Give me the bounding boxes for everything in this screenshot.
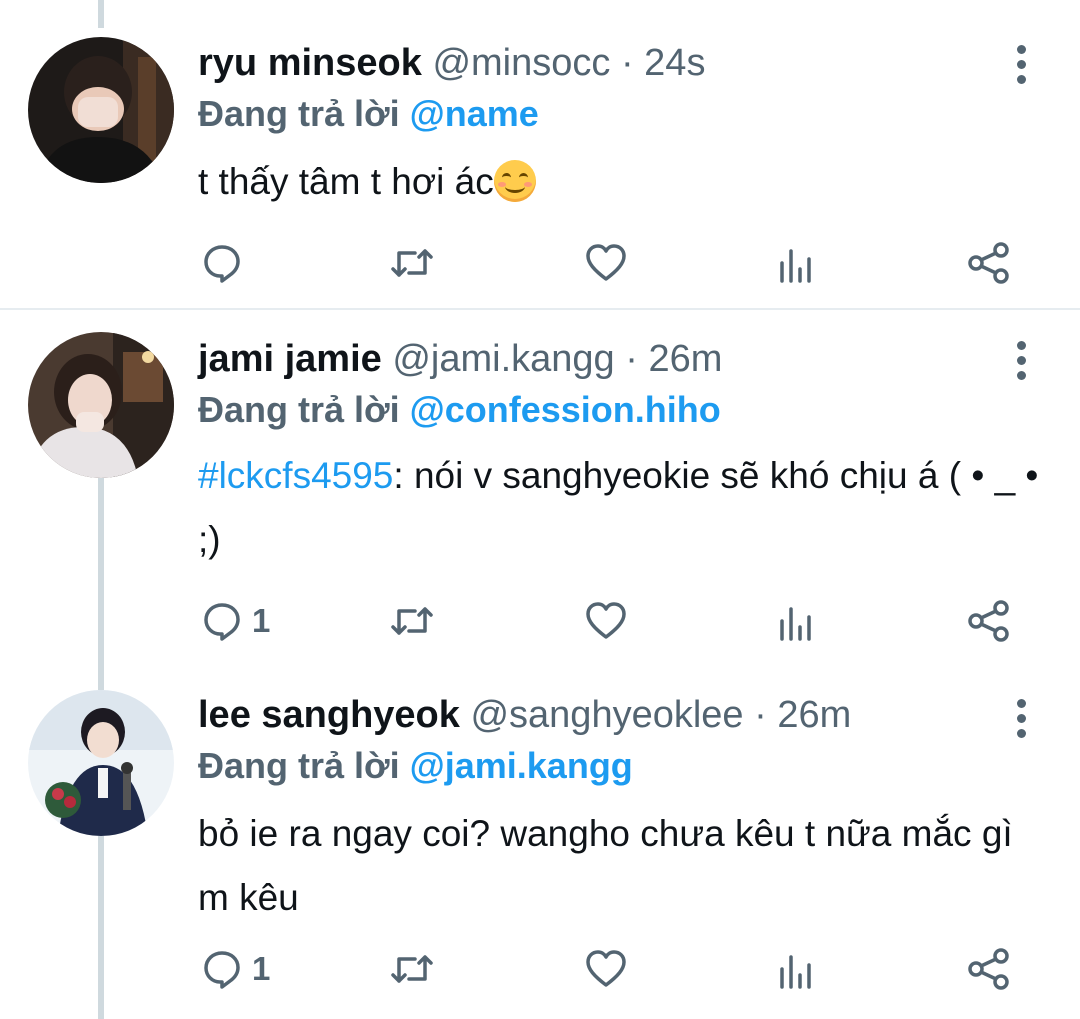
tweet-actions: 1 <box>0 944 1080 994</box>
thread-line <box>98 478 104 690</box>
replying-to: Đang trả lời @jami.kangg <box>198 744 633 788</box>
display-name[interactable]: ryu minseok <box>198 42 422 84</box>
tweet-actions <box>0 238 1080 288</box>
hashtag-link[interactable]: #lckcfs4595 <box>198 455 393 496</box>
retweet-icon <box>391 607 433 635</box>
like-icon <box>586 950 626 987</box>
share-button[interactable] <box>966 596 1012 646</box>
tweet-actions: 1 <box>0 596 1080 646</box>
analytics-icon <box>780 607 811 641</box>
tweet-text: bỏ ie ra ngay coi? wangho chưa kêu t nữa… <box>198 802 1018 930</box>
reply-count: 1 <box>252 602 271 639</box>
retweet-icon <box>391 955 433 983</box>
share-button[interactable] <box>966 944 1012 994</box>
share-icon <box>968 600 1009 642</box>
tweet-text: t thấy tâm t hơi ác <box>198 150 1048 214</box>
timestamp[interactable]: 24s <box>644 42 705 84</box>
timestamp[interactable]: 26m <box>648 338 722 380</box>
share-icon <box>968 948 1009 990</box>
tweet-header: lee sanghyeok @sanghyeoklee · 26m <box>198 692 851 738</box>
separator: · <box>754 694 767 736</box>
avatar[interactable] <box>28 37 174 183</box>
display-name[interactable]: jami jamie <box>198 338 382 380</box>
retweet-button[interactable] <box>388 238 436 288</box>
more-icon[interactable] <box>1008 42 1034 88</box>
thread-line <box>98 0 104 28</box>
reply-prefix: Đang trả lời <box>198 745 400 786</box>
retweet-button[interactable] <box>388 596 436 646</box>
reply-icon <box>204 603 240 641</box>
user-handle[interactable]: @jami.kangg <box>392 338 614 380</box>
like-icon <box>586 244 626 281</box>
like-icon <box>586 602 626 639</box>
user-handle[interactable]: @minsocc <box>432 42 610 84</box>
analytics-button[interactable] <box>776 238 816 288</box>
more-icon[interactable] <box>1008 338 1034 384</box>
separator: · <box>625 338 638 380</box>
reply-button[interactable]: 1 <box>200 596 270 646</box>
reply-count: 1 <box>252 950 271 987</box>
analytics-button[interactable] <box>776 596 816 646</box>
smiling-face-emoji-icon <box>493 160 536 202</box>
reply-prefix: Đang trả lời <box>198 93 400 134</box>
tweet-header: ryu minseok @minsocc · 24s <box>198 40 705 86</box>
tweet-divider <box>0 308 1080 310</box>
like-button[interactable] <box>584 596 628 646</box>
reply-icon <box>204 951 240 989</box>
avatar[interactable] <box>28 690 174 836</box>
retweet-button[interactable] <box>388 944 436 994</box>
reply-button[interactable] <box>200 238 252 288</box>
analytics-icon <box>780 955 811 989</box>
like-button[interactable] <box>584 238 628 288</box>
retweet-icon <box>391 249 433 277</box>
reply-button[interactable]: 1 <box>200 944 270 994</box>
tweet-text: #lckcfs4595: nói v sanghyeokie sẽ khó ch… <box>198 444 1048 572</box>
mention-link[interactable]: @name <box>410 93 539 134</box>
reply-prefix: Đang trả lời <box>198 389 400 430</box>
reply-icon <box>204 245 240 283</box>
replying-to: Đang trả lời @name <box>198 92 539 136</box>
mention-link[interactable]: @jami.kangg <box>410 745 633 786</box>
tweet-text-content: t thấy tâm t hơi ác <box>198 161 494 202</box>
separator: · <box>620 42 634 84</box>
more-icon[interactable] <box>1008 696 1034 742</box>
mention-link[interactable]: @confession.hiho <box>410 389 721 430</box>
analytics-icon <box>780 249 811 283</box>
share-icon <box>968 242 1009 284</box>
user-handle[interactable]: @sanghyeoklee <box>470 694 743 736</box>
replying-to: Đang trả lời @confession.hiho <box>198 388 721 432</box>
like-button[interactable] <box>584 944 628 994</box>
display-name[interactable]: lee sanghyeok <box>198 694 460 736</box>
avatar[interactable] <box>28 332 174 478</box>
share-button[interactable] <box>966 238 1012 288</box>
timestamp[interactable]: 26m <box>777 694 851 736</box>
analytics-button[interactable] <box>776 944 816 994</box>
tweet-text-content: bỏ ie ra ngay coi? wangho chưa kêu t nữa… <box>198 813 1013 918</box>
tweet-header: jami jamie @jami.kangg · 26m <box>198 336 722 382</box>
